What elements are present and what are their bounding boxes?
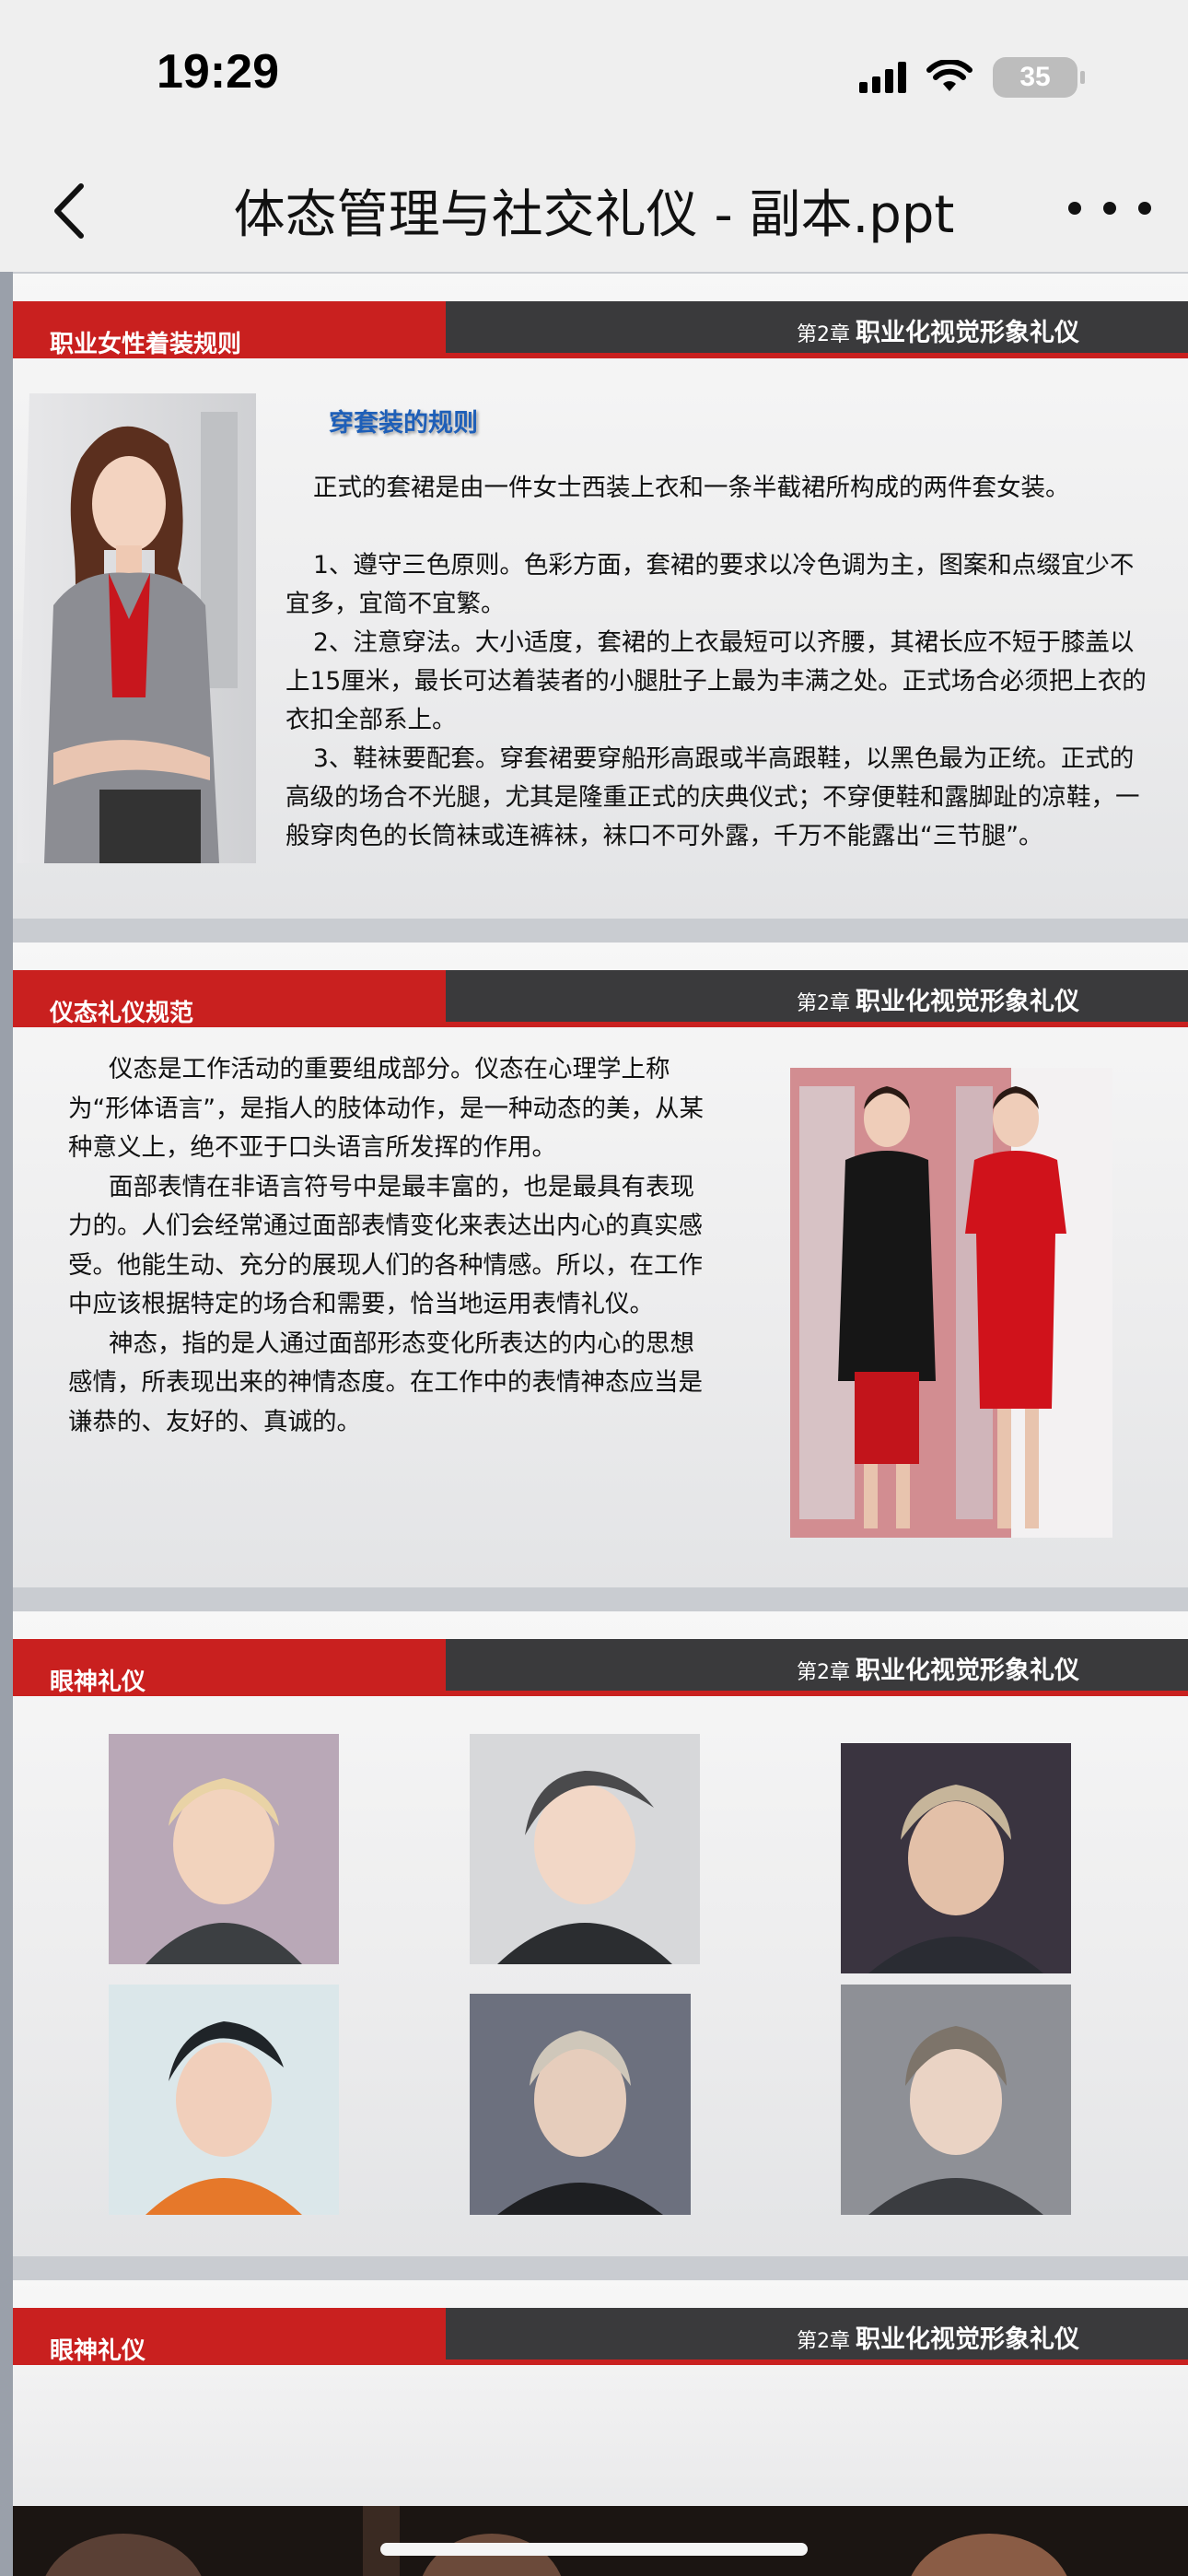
status-icons: 35 bbox=[859, 57, 1085, 98]
more-dot-icon bbox=[1138, 202, 1151, 215]
section-title: 眼神礼仪 bbox=[50, 1669, 146, 1696]
paragraph: 2、注意穿法。大小适度，套裙的上衣最短可以齐腰，其裙长应不短于膝盖以上15厘米，… bbox=[285, 628, 1147, 734]
section-title: 仪态礼仪规范 bbox=[50, 1000, 194, 1027]
slide-header: 职业女性着装规则 第2章 职业化视觉形象礼仪 bbox=[13, 301, 1188, 358]
avatar-image bbox=[470, 1734, 700, 1964]
more-dot-icon bbox=[1068, 202, 1081, 215]
status-bar: 19:29 35 bbox=[0, 0, 1188, 147]
slide-body-text: 正式的套裙是由一件女士西装上衣和一条半截裙所构成的两件套女装。 1、遵守三色原则… bbox=[285, 469, 1151, 856]
more-dot-icon bbox=[1103, 202, 1116, 215]
avatar-image bbox=[841, 1985, 1071, 2215]
flight-attendants-photo bbox=[790, 1068, 1112, 1538]
slide-header: 眼神礼仪 第2章 职业化视觉形象礼仪 bbox=[13, 1639, 1188, 1696]
chapter-label: 第2章 职业化视觉形象礼仪 bbox=[797, 1657, 1079, 1685]
businesswoman-photo bbox=[17, 393, 256, 863]
section-title: 眼神礼仪 bbox=[50, 2337, 146, 2365]
status-time: 19:29 bbox=[157, 45, 279, 99]
slide-2[interactable]: 仪态礼仪规范 第2章 职业化视觉形象礼仪 仪态是工作活动的重要组成部分。仪态在心理… bbox=[13, 943, 1188, 1587]
paragraph: 面部表情在非语言符号中是最丰富的，也是最具有表现力的。人们会经常通过面部表情变化… bbox=[68, 1172, 703, 1319]
slide-1[interactable]: 职业女性着装规则 第2章 职业化视觉形象礼仪 穿套装的规则 正式的套裙是由一件女… bbox=[13, 274, 1188, 919]
avatar-image bbox=[109, 1734, 339, 1964]
more-options-button[interactable] bbox=[1068, 181, 1151, 236]
slide-list[interactable]: 职业女性着装规则 第2章 职业化视觉形象礼仪 穿套装的规则 正式的套裙是由一件女… bbox=[0, 272, 1188, 2576]
slide-body-text: 仪态是工作活动的重要组成部分。仪态在心理学上称为“形体语言”，是指人的肢体动作，… bbox=[68, 1050, 713, 1442]
paragraph: 神态，指的是人通过面部形态变化所表达的内心的思想感情，所表现出来的神情态度。在工… bbox=[68, 1329, 703, 1436]
paragraph: 正式的套裙是由一件女士西装上衣和一条半截裙所构成的两件套女装。 bbox=[313, 474, 1070, 502]
chapter-label: 第2章 职业化视觉形象礼仪 bbox=[797, 988, 1079, 1016]
cellular-signal-icon bbox=[859, 62, 906, 93]
slide-header: 仪态礼仪规范 第2章 职业化视觉形象礼仪 bbox=[13, 970, 1188, 1027]
avatar-image bbox=[109, 1985, 339, 2215]
avatar-image bbox=[470, 1994, 691, 2215]
paragraph: 3、鞋袜要配套。穿套裙要穿船形高跟或半高跟鞋，以黑色最为正统。正式的高级的场合不… bbox=[285, 744, 1140, 850]
section-title: 职业女性着装规则 bbox=[50, 331, 242, 358]
slide-header: 眼神礼仪 第2章 职业化视觉形象礼仪 bbox=[13, 2308, 1188, 2365]
navigation-bar: 体态管理与社交礼仪 - 副本.ppt bbox=[0, 147, 1188, 272]
chapter-label: 第2章 职业化视觉形象礼仪 bbox=[797, 2325, 1079, 2354]
slide-4[interactable]: 眼神礼仪 第2章 职业化视觉形象礼仪 bbox=[13, 2280, 1188, 2576]
slide-subtitle: 穿套装的规则 bbox=[329, 409, 478, 438]
paragraph: 仪态是工作活动的重要组成部分。仪态在心理学上称为“形体语言”，是指人的肢体动作，… bbox=[68, 1055, 704, 1162]
home-indicator[interactable] bbox=[380, 2543, 808, 2556]
slide-3[interactable]: 眼神礼仪 第2章 职业化视觉形象礼仪 bbox=[13, 1611, 1188, 2256]
battery-icon: 35 bbox=[993, 57, 1085, 98]
thumbnail-rail bbox=[0, 272, 13, 2576]
portrait-strip-image bbox=[13, 2506, 1188, 2576]
wifi-icon bbox=[926, 60, 973, 91]
chapter-label: 第2章 职业化视觉形象礼仪 bbox=[797, 319, 1079, 347]
paragraph: 1、遵守三色原则。色彩方面，套裙的要求以冷色调为主，图案和点缀宜少不宜多，宜简不… bbox=[285, 551, 1135, 618]
avatar-image bbox=[841, 1743, 1071, 1973]
document-title: 体态管理与社交礼仪 - 副本.ppt bbox=[233, 185, 955, 245]
